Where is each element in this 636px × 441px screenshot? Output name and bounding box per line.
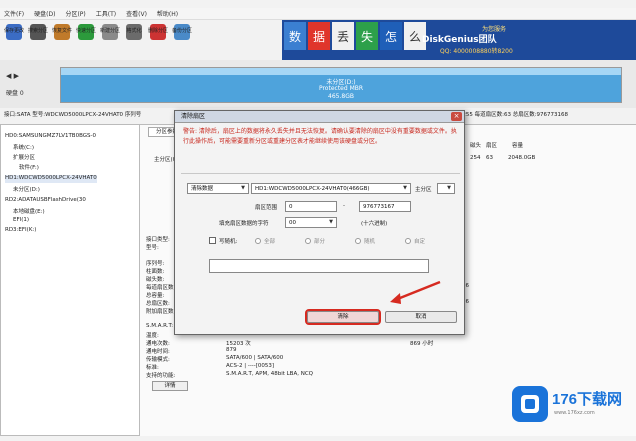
site-logo-icon	[512, 386, 548, 422]
site-name: 176下载网	[552, 391, 623, 408]
site-url: www.176xz.com	[554, 410, 595, 416]
app-window: 文件(F) 硬盘(D) 分区(P) 工具(T) 查看(V) 帮助(H) 保存更改…	[0, 0, 636, 441]
site-watermark: 176下载网 www.176xz.com	[508, 380, 636, 436]
annotation-arrow	[390, 280, 441, 304]
